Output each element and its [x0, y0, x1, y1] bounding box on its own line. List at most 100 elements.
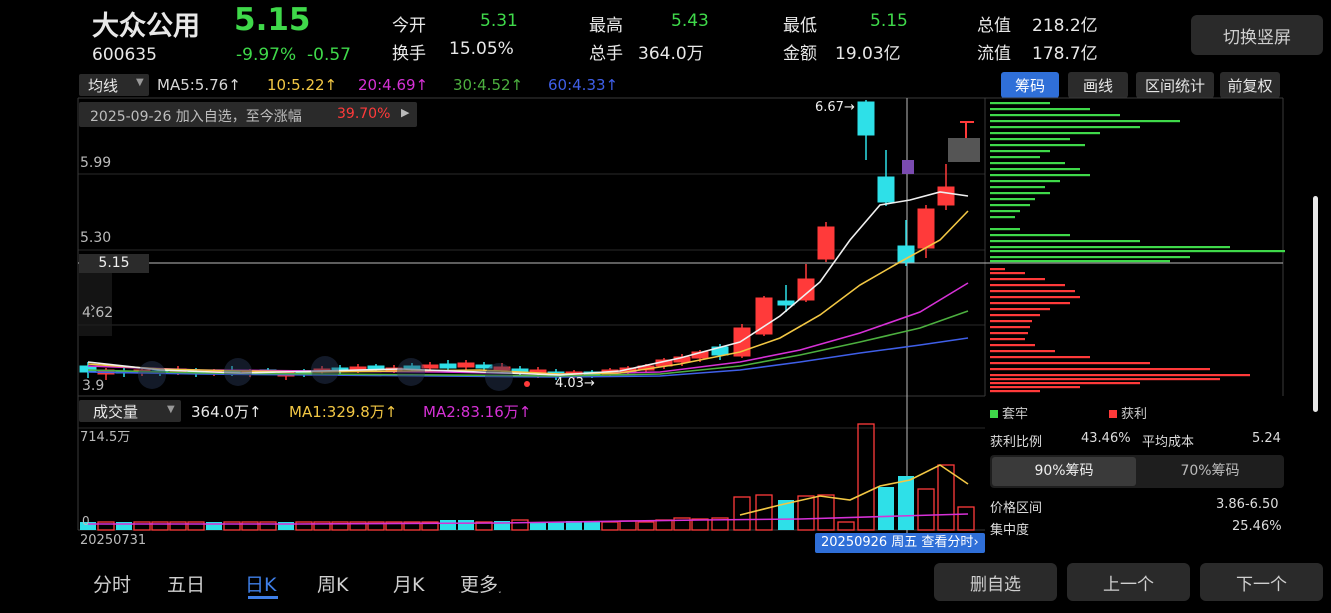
chip-bar-profit	[990, 350, 1055, 353]
concentration-label: 集中度	[990, 523, 1030, 538]
chip-bar-trapped	[990, 108, 1090, 111]
kline-chart[interactable]: ›	[0, 0, 1331, 613]
next-button[interactable]: 下一个	[1200, 563, 1323, 601]
chip-bar-trapped	[990, 156, 1040, 159]
chip-bar-trapped	[990, 150, 1050, 153]
chip-bar-profit	[990, 374, 1250, 377]
chip-bar-trapped	[990, 174, 1090, 177]
chip-bar-profit	[990, 332, 1028, 335]
candle-body	[857, 101, 875, 136]
volume-bars	[80, 423, 975, 531]
ma10-line	[87, 210, 969, 375]
volume-ma1: MA1:329.8万↑	[289, 403, 398, 421]
chip-bar-trapped	[990, 186, 1045, 189]
tab-intraday[interactable]: 分时	[93, 570, 131, 597]
chip-bar-profit	[990, 386, 1080, 389]
ma30-line	[87, 310, 969, 377]
chip-bar-profit	[990, 338, 1025, 341]
tab-weekly-k[interactable]: 周K	[317, 570, 348, 597]
chip-bar-profit	[990, 368, 1210, 371]
low-price-label: 4.03→	[555, 376, 595, 391]
chip-bar-profit	[990, 362, 1150, 365]
chevron-right-icon: ›	[973, 535, 979, 550]
price-axis-label-1: 5.99	[80, 155, 112, 171]
concentration-value: 25.46%	[1232, 519, 1282, 534]
chip-bar-trapped	[990, 192, 1050, 195]
tab-active-indicator	[248, 596, 278, 599]
volume-bar	[898, 476, 914, 530]
chevron-down-icon: ˯	[498, 581, 502, 594]
indicator-selector-label: 成交量	[93, 403, 139, 421]
tab-more[interactable]: 更多˯	[460, 570, 502, 597]
candle-body	[457, 362, 475, 368]
avg-cost-label: 平均成本	[1142, 435, 1195, 450]
marker-icon	[902, 160, 914, 174]
chip-bar-profit	[990, 356, 1090, 359]
volume-bar	[878, 487, 894, 530]
chip-bar-trapped	[990, 132, 1100, 135]
volume-value: 364.0万↑	[191, 403, 262, 421]
chip-bar-profit	[990, 344, 1035, 347]
chip-bar-profit	[990, 308, 1050, 311]
volume-bar	[511, 519, 529, 531]
remove-watchlist-button[interactable]: 删自选	[934, 563, 1057, 601]
volume-bar	[817, 494, 835, 531]
volume-bar	[440, 520, 456, 530]
volume-bar	[755, 494, 773, 531]
tab-90-chips[interactable]: 90%筹码	[992, 457, 1136, 486]
chip-bar-trapped	[990, 210, 1020, 213]
volume-bar	[937, 464, 955, 531]
volume-bar	[619, 520, 637, 531]
chip-bar-trapped	[990, 162, 1065, 165]
chip-bar-trapped	[990, 250, 1285, 253]
chip-bar-trapped	[990, 120, 1180, 123]
candle-body	[877, 176, 895, 203]
start-date-label: 20250731	[80, 533, 147, 548]
indicator-selector[interactable]: 成交量 ▼	[79, 400, 181, 422]
volume-bar	[837, 521, 855, 531]
candle-body	[777, 300, 795, 306]
candle-body	[917, 208, 935, 249]
previous-button[interactable]: 上一个	[1067, 563, 1190, 601]
chip-bar-trapped	[990, 234, 1070, 237]
price-axis-label-2: 5.30	[80, 230, 112, 246]
tab-70-chips[interactable]: 70%筹码	[1138, 457, 1282, 486]
volume-bar	[917, 488, 935, 531]
legend-trapped: 套牢	[990, 403, 1028, 422]
chip-bar-trapped	[990, 228, 1020, 231]
scrollbar[interactable]	[1313, 196, 1318, 412]
volume-bar	[637, 521, 655, 531]
profit-ratio-label: 获利比例	[990, 435, 1043, 450]
ma20-line	[87, 282, 969, 375]
price-range-value: 3.86-6.50	[1216, 497, 1279, 512]
chip-bar-trapped	[990, 216, 1015, 219]
volume-bar	[601, 521, 619, 531]
volume-bar	[458, 520, 474, 530]
tab-monthly-k[interactable]: 月K	[393, 570, 424, 597]
tab-daily-k[interactable]: 日K	[245, 570, 276, 597]
chip-bar-profit	[990, 272, 1025, 275]
chip-bar-profit	[990, 314, 1040, 317]
candles	[79, 100, 955, 380]
date-tooltip[interactable]: 20250926 周五 查看分时›	[815, 533, 985, 553]
tab-five-day[interactable]: 五日	[167, 570, 205, 597]
candle-body	[439, 363, 457, 369]
chip-bar-trapped	[990, 126, 1140, 129]
candle-body	[421, 364, 439, 369]
chip-bar-trapped	[990, 240, 1140, 243]
candle-body	[817, 226, 835, 260]
chip-bar-profit	[990, 290, 1075, 293]
chip-bar-profit	[990, 390, 1040, 393]
price-axis-label-5: 3.9	[82, 378, 105, 394]
chip-bar-profit	[990, 268, 1005, 271]
profit-ratio-value: 43.46%	[1081, 431, 1131, 446]
chip-bar-profit	[990, 284, 1065, 287]
legend-profit: 获利	[1109, 403, 1147, 422]
chip-bar-profit	[990, 296, 1080, 299]
volume-ma2: MA2:83.16万↑	[423, 403, 532, 421]
chip-bar-trapped	[990, 256, 1190, 259]
chip-bar-trapped	[990, 144, 1085, 147]
volume-bar	[548, 522, 564, 530]
chip-bar-trapped	[990, 138, 1070, 141]
chip-bar-trapped	[990, 204, 1030, 207]
